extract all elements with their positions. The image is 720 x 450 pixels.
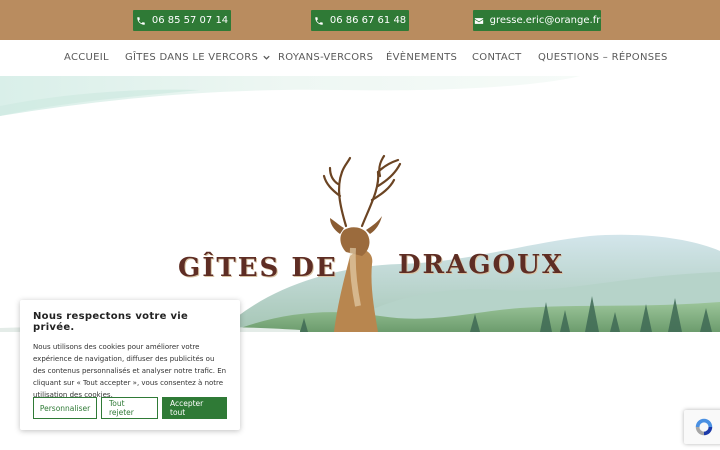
top-contact-bar: 06 85 57 07 14 06 86 67 61 48 gresse.eri… [0, 0, 720, 40]
recaptcha-icon [695, 418, 713, 436]
phone-icon [315, 16, 323, 25]
hero-title-right: DRAGOUX [398, 250, 565, 280]
cookie-title: Nous respectons votre vie privée. [33, 311, 189, 333]
phone-icon [137, 16, 145, 25]
nav-item-questions-reponses[interactable]: QUESTIONS – RÉPONSES [538, 52, 668, 63]
nav-item-contact[interactable]: CONTACT [472, 52, 522, 63]
nav-item-label: QUESTIONS – RÉPONSES [538, 52, 668, 63]
phone-button-2[interactable]: 06 86 67 61 48 [311, 10, 409, 31]
phone-button-1[interactable]: 06 85 57 07 14 [133, 10, 231, 31]
chevron-down-icon [263, 55, 270, 60]
nav-item-label: CONTACT [472, 52, 522, 63]
recaptcha-badge[interactable] [684, 410, 720, 444]
landscape-illustration [0, 76, 720, 332]
email-button-label: gresse.eric@orange.fr [489, 15, 601, 26]
hero-title-left: GÎTES DE [178, 253, 338, 283]
hero-banner: GÎTES DE DRAGOUX [0, 76, 720, 332]
nav-item-gites[interactable]: GÎTES DANS LE VERCORS [125, 52, 271, 63]
nav-item-label: ÉVÈNEMENTS [386, 52, 458, 63]
nav-item-accueil[interactable]: ACCUEIL [64, 52, 109, 63]
phone-button-2-label: 06 86 67 61 48 [329, 15, 407, 26]
envelope-icon [474, 17, 483, 24]
reject-all-button[interactable]: Tout rejeter [101, 397, 158, 419]
nav-item-label: ACCUEIL [64, 52, 109, 63]
main-navigation: ACCUEIL GÎTES DANS LE VERCORS ROYANS-VER… [0, 40, 720, 76]
email-button[interactable]: gresse.eric@orange.fr [473, 10, 601, 31]
cookie-consent-dialog: Nous respectons votre vie privée. Nous u… [20, 300, 240, 430]
nav-item-label: ROYANS-VERCORS [278, 52, 374, 63]
cookie-text: Nous utilisons des cookies pour améliore… [33, 343, 227, 399]
nav-item-label: GÎTES DANS LE VERCORS [125, 52, 259, 63]
nav-item-royans-vercors[interactable]: ROYANS-VERCORS [278, 52, 373, 63]
phone-button-1-label: 06 85 57 07 14 [151, 15, 229, 26]
cookie-buttons: Personnaliser Tout rejeter Accepter tout [33, 397, 227, 419]
customize-button[interactable]: Personnaliser [33, 397, 97, 419]
nav-item-evenements[interactable]: ÉVÈNEMENTS [386, 52, 457, 63]
accept-all-button[interactable]: Accepter tout [162, 397, 227, 419]
